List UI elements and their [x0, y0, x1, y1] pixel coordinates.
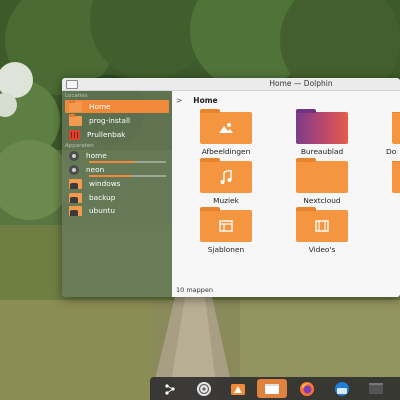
sidebar-item-label: Home	[89, 102, 111, 111]
launcher-icon[interactable]	[160, 379, 180, 398]
sidebar-item-home[interactable]: Home	[65, 99, 169, 113]
folder-icon	[296, 207, 348, 242]
trash-icon	[69, 129, 80, 140]
sidebar-item-label: Prullenbak	[87, 130, 126, 139]
folder-label: Do	[386, 147, 397, 156]
sidebar-item-label: windows	[89, 179, 121, 188]
drive-folder-icon	[69, 205, 82, 216]
picture-icon	[219, 123, 233, 133]
folder-tile-sjablonen[interactable]: Sjablonen	[186, 207, 266, 254]
folder-label: Afbeeldingen	[201, 147, 251, 156]
dolphin-icon[interactable]	[257, 379, 287, 398]
folder-label: Video's	[308, 245, 336, 254]
drive-folder-icon	[69, 192, 82, 203]
folder-tile-partial[interactable]	[378, 161, 400, 193]
sidebar-item-prog-install[interactable]: prog-install	[65, 113, 169, 127]
folder-tile-videos[interactable]: Video's	[282, 207, 362, 254]
file-view[interactable]: > Home Afbeeldingen Bureaublad Do Muziek…	[172, 91, 400, 297]
music-note-icon	[220, 170, 232, 184]
desktop-folder-icon	[296, 109, 348, 144]
sidebar-item-label: neon	[86, 165, 105, 174]
window-titlebar[interactable]: Home — Dolphin	[62, 78, 400, 91]
home-folder-icon	[69, 99, 82, 112]
sidebar-item-prullenbak[interactable]: Prullenbak	[65, 128, 169, 141]
folder-tile-bureaublad[interactable]: Bureaublad	[282, 109, 362, 156]
disk-icon	[69, 164, 79, 175]
disk-icon	[69, 150, 79, 161]
folder-tile-muziek[interactable]: Muziek	[186, 158, 266, 205]
breadcrumb: > Home	[176, 94, 218, 106]
folder-icon	[200, 207, 252, 242]
places-section-header: Locaties	[65, 93, 88, 99]
folder-icon	[200, 158, 252, 193]
taskbar	[150, 377, 400, 400]
sidebar-item-label: backup	[89, 193, 116, 202]
sidebar-item-ubuntu[interactable]: ubuntu	[65, 204, 169, 217]
window-app-icon[interactable]	[66, 80, 78, 89]
thunderbird-icon[interactable]	[332, 379, 352, 398]
kde-connect-icon[interactable]	[194, 379, 214, 398]
folder-icon	[392, 112, 400, 144]
sidebar-item-label: ubuntu	[89, 206, 115, 215]
folder-tile-documenten[interactable]: Do	[378, 112, 400, 156]
sidebar-item-label: prog-install	[89, 116, 131, 125]
window-title: Home — Dolphin	[269, 79, 333, 88]
folder-icon	[296, 158, 348, 193]
template-icon	[219, 220, 233, 232]
folder-label: Nextcloud	[303, 196, 341, 205]
firefox-icon[interactable]	[297, 379, 317, 398]
folder-icon	[392, 161, 400, 193]
sidebar-item-backup[interactable]: backup	[65, 191, 169, 204]
folder-tile-nextcloud[interactable]: Nextcloud	[282, 158, 362, 205]
drive-folder-icon	[69, 178, 82, 189]
folder-label: Bureaublad	[300, 147, 344, 156]
folder-label: Sjablonen	[207, 245, 245, 254]
dolphin-window[interactable]: Home — Dolphin Locaties Home prog-instal…	[62, 78, 400, 297]
breadcrumb-item-home[interactable]: Home	[193, 96, 217, 105]
sidebar-item-windows[interactable]: windows	[65, 177, 169, 190]
film-icon	[315, 220, 329, 232]
folder-icon	[200, 109, 252, 144]
folder-icon	[69, 113, 82, 126]
status-bar-text: 10 mappen	[176, 286, 214, 294]
sidebar-item-label: home	[86, 151, 107, 160]
breadcrumb-separator: >	[176, 95, 183, 105]
folder-label: Muziek	[213, 196, 239, 205]
terminal-icon[interactable]	[366, 379, 386, 398]
folder-tile-afbeeldingen[interactable]: Afbeeldingen	[186, 109, 266, 156]
software-store-icon[interactable]	[228, 379, 248, 398]
places-panel: Locaties Home prog-install Prullenbak Ap…	[62, 91, 172, 297]
